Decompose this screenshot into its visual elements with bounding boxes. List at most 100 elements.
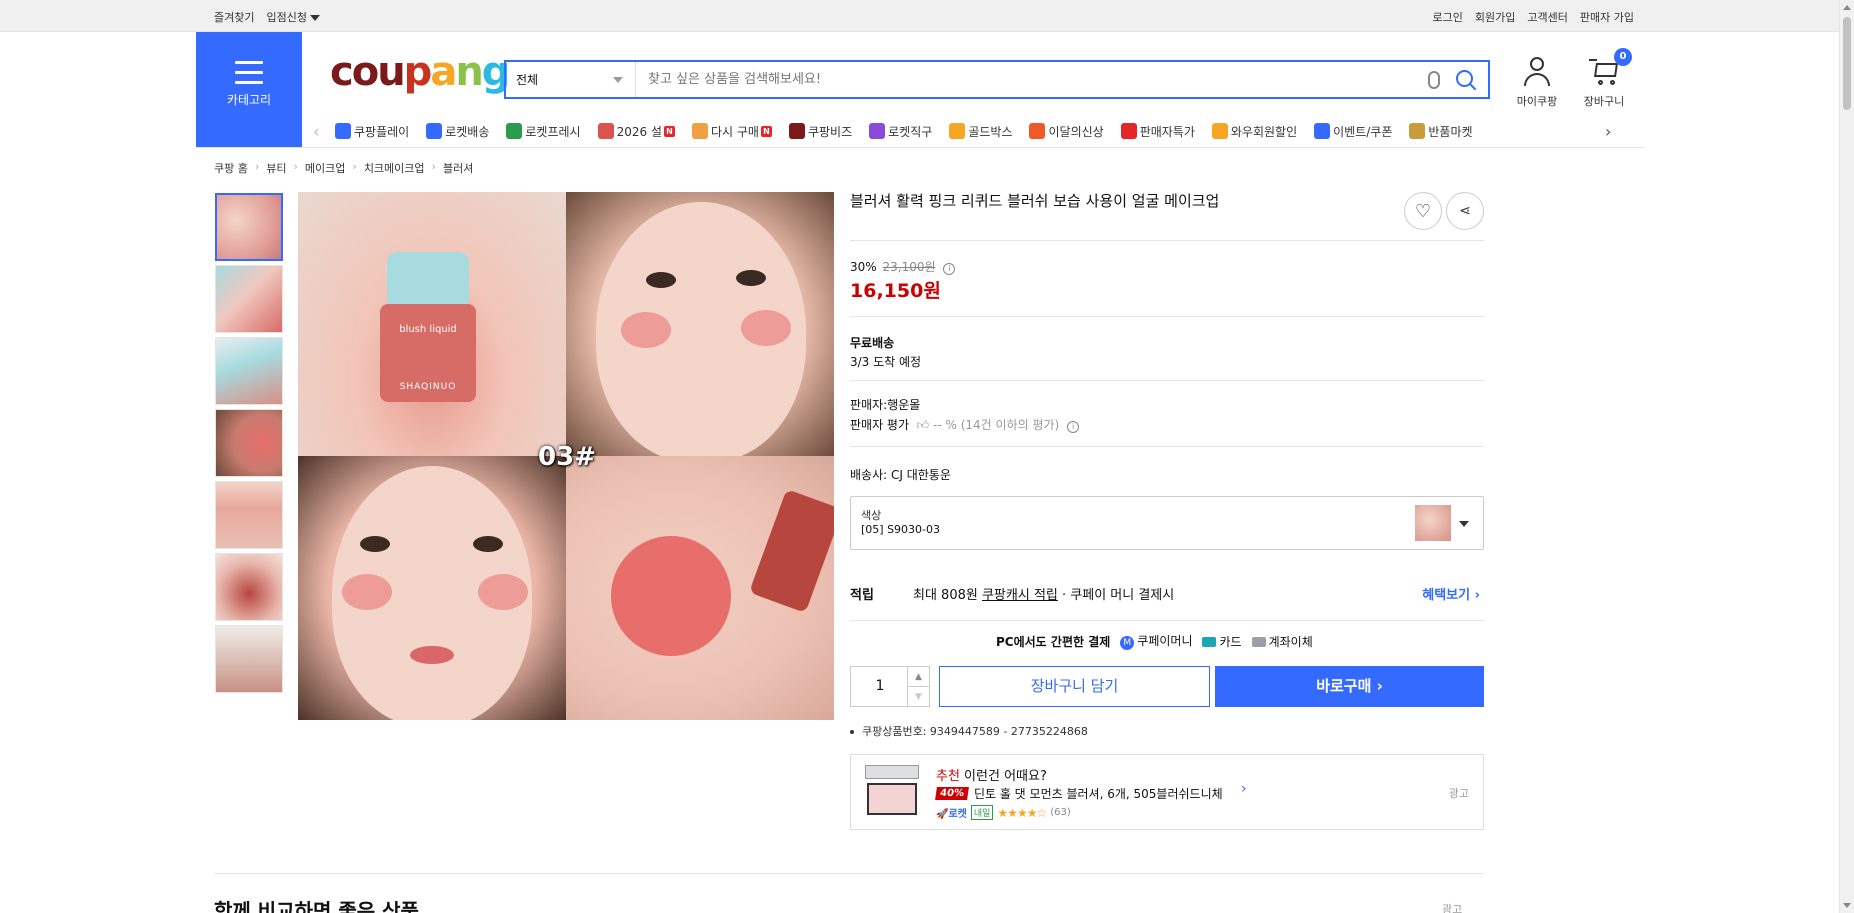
breadcrumb-blusher[interactable]: 블러셔 <box>443 160 473 176</box>
color-option-select[interactable]: 색상 [05] S9030-03 <box>850 496 1484 550</box>
seller-signup-link[interactable]: 판매자 가입 <box>1580 9 1634 25</box>
coupay-money: M 쿠페이머니 <box>1120 632 1192 650</box>
category-menu-button[interactable]: 카테고리 <box>196 32 302 147</box>
thumbnail-5[interactable] <box>215 481 283 549</box>
shipping-title: 무료배송 <box>850 336 895 350</box>
category-nav-label: 2026 설 <box>616 124 662 139</box>
category-nav-label: 다시 구매 <box>710 124 759 139</box>
category-nav-item[interactable]: 쿠팡플레이 <box>335 123 409 140</box>
mycoupang-label: 마이쿠팡 <box>1516 95 1558 108</box>
bookmark-link[interactable]: 즐겨찾기 <box>214 9 254 25</box>
thumbnail-7[interactable] <box>215 625 283 693</box>
category-nav-label: 로켓배송 <box>445 124 490 139</box>
reward-text: 최대 808원 쿠팡캐시 적립 · 쿠페이 머니 결제시 <box>913 588 1175 603</box>
category-nav-item[interactable]: 와우회원할인 <box>1211 123 1297 140</box>
nav-prev-arrow-icon[interactable]: ‹ <box>313 122 335 141</box>
review-count: (63) <box>1050 807 1071 818</box>
option-label: 색상 <box>861 509 882 522</box>
info-icon[interactable]: i <box>1067 421 1080 433</box>
quantity-down-icon[interactable]: ▼ <box>907 687 929 707</box>
scrollbar-thumb[interactable] <box>1843 17 1851 110</box>
share-button[interactable]: ⋖ <box>1446 192 1484 230</box>
sale-price: 16,150원 <box>850 280 941 302</box>
breadcrumb-home[interactable]: 쿠팡 홈 <box>214 160 248 176</box>
mycoupang-button[interactable]: 마이쿠팡 <box>1514 57 1560 109</box>
quantity-value[interactable]: 1 <box>851 678 909 694</box>
category-label: 카테고리 <box>226 93 272 107</box>
discount-rate: 30% <box>850 260 877 274</box>
search-bar: 전체 <box>504 60 1490 99</box>
signup-link[interactable]: 회원가입 <box>1475 9 1515 25</box>
thumbnail-list <box>215 193 283 697</box>
cart-label: 장바구니 <box>1583 95 1625 108</box>
coupang-logo[interactable]: coupang <box>330 52 510 92</box>
vendor-apply-link[interactable]: 입점신청 <box>266 9 320 25</box>
buy-now-button[interactable]: 바로구매 › <box>1215 666 1484 707</box>
category-nav-item[interactable]: 로켓직구 <box>869 123 932 140</box>
seller-name[interactable]: 판매자:행운몰 <box>850 396 920 413</box>
option-thumbnail <box>1415 505 1451 541</box>
search-icon[interactable] <box>1454 68 1478 92</box>
breadcrumb-makeup[interactable]: 메이크업 <box>305 160 345 176</box>
divider <box>850 316 1484 317</box>
header-divider <box>196 147 1644 148</box>
breadcrumb-cheek-makeup[interactable]: 치크메이크업 <box>364 160 425 176</box>
rocket-badge: 🚀로켓 <box>936 809 967 820</box>
info-icon[interactable]: i <box>943 263 956 275</box>
category-nav-item[interactable]: 쿠팡비즈 <box>788 123 852 140</box>
customer-center-link[interactable]: 고객센터 <box>1527 9 1567 25</box>
breadcrumb-separator-icon: › <box>254 160 260 173</box>
benefits-link[interactable]: 혜택보기 › <box>1422 584 1480 603</box>
thumbnail-1[interactable] <box>215 193 283 261</box>
thumbnail-2[interactable] <box>215 265 283 333</box>
divider <box>850 620 1484 621</box>
category-nav-item[interactable]: 판매자특가 <box>1120 123 1195 140</box>
category-nav-item[interactable]: 이벤트/쿠폰 <box>1314 123 1392 140</box>
blush-bottle: blush liquid SHAQINUO <box>378 252 478 402</box>
price-discount-row: 30% 23,100원 i <box>850 258 956 275</box>
breadcrumb-beauty[interactable]: 뷰티 <box>266 160 286 176</box>
main-product-image[interactable]: blush liquid SHAQINUO 03# <box>298 192 834 720</box>
chevron-right-icon: › <box>1241 781 1247 797</box>
search-category-select[interactable]: 전체 <box>506 62 636 97</box>
category-nav-item[interactable]: 골드박스 <box>949 123 1012 140</box>
page-scrollbar[interactable] <box>1839 0 1854 913</box>
login-link[interactable]: 로그인 <box>1433 9 1463 25</box>
category-nav-item[interactable]: 로켓배송 <box>426 123 489 140</box>
product-id: 쿠팡상품번호: 9349447589 - 27735224868 <box>850 723 1088 739</box>
quantity-up-icon[interactable]: ▲ <box>907 667 929 687</box>
wishlist-heart-button[interactable]: ♡ <box>1404 192 1442 230</box>
category-nav-label: 로켓프레시 <box>525 124 581 139</box>
product-title: 블러셔 활력 핑크 리퀴드 블러쉬 보습 사용이 얼굴 메이크업 <box>850 192 1220 210</box>
seller-rating: 판매자 평가 👍︎ -- % (14건 이하의 평가) i <box>850 416 1080 433</box>
thumbnail-6[interactable] <box>215 553 283 621</box>
thumbnail-4[interactable] <box>215 409 283 477</box>
payment-title: PC에서도 간편한 결제 <box>996 634 1111 649</box>
divider <box>850 380 1484 381</box>
image-quadrant-swatch <box>566 456 834 720</box>
coupang-cash-link[interactable]: 쿠팡캐시 적립 <box>982 588 1058 603</box>
category-nav-icon <box>1211 123 1228 139</box>
shade-code-label: 03# <box>538 442 596 472</box>
category-nav-item[interactable]: 반품마켓 <box>1409 123 1473 140</box>
search-input[interactable] <box>636 62 1428 97</box>
add-to-cart-button[interactable]: 장바구니 담기 <box>939 666 1210 707</box>
category-nav-label: 이달의신상 <box>1048 124 1104 139</box>
scroll-up-icon[interactable] <box>1843 5 1851 10</box>
nav-next-arrow-icon[interactable]: › <box>1605 122 1627 141</box>
recommendation-card[interactable]: 추천 이런건 어때요? 40% 딘토 홀 댓 모먼츠 블러셔, 6개, 505블러… <box>850 754 1484 830</box>
original-price: 23,100원 <box>882 260 936 274</box>
microphone-icon[interactable] <box>1428 70 1440 89</box>
scroll-down-icon[interactable] <box>1843 903 1851 908</box>
category-nav-icon <box>788 123 805 139</box>
category-nav-item[interactable]: 로켓프레시 <box>506 123 581 140</box>
category-nav-icon <box>1029 123 1046 139</box>
bank-icon <box>1251 637 1266 647</box>
category-nav-item[interactable]: 2026 설N <box>597 123 675 140</box>
shipping-eta: 3/3 도착 예정 <box>850 355 922 369</box>
category-nav-icon <box>506 123 523 139</box>
thumbnail-3[interactable] <box>215 337 283 405</box>
category-nav-item[interactable]: 이달의신상 <box>1029 123 1104 140</box>
category-nav-item[interactable]: 다시 구매 N <box>691 123 772 140</box>
recommendation-heading: 추천 이런건 어때요? <box>936 769 1047 784</box>
